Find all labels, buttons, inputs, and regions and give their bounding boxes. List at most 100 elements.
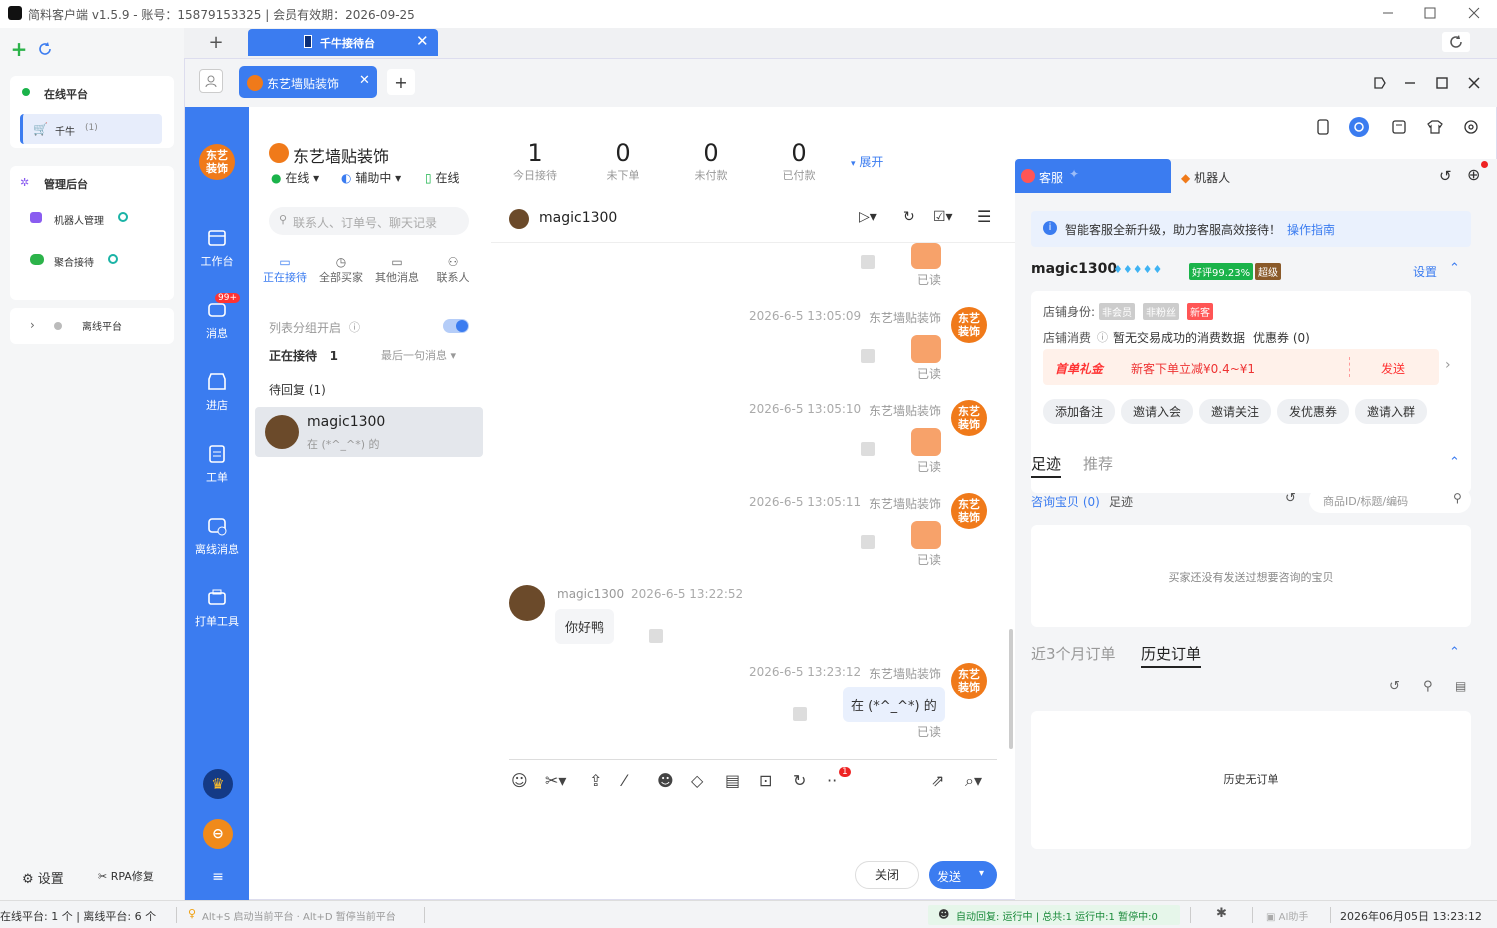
nav-print[interactable]: 打单工具 bbox=[185, 587, 249, 629]
collapse-icon[interactable]: ⌃ bbox=[1449, 455, 1460, 470]
collapse-icon[interactable]: ⌃ bbox=[1449, 645, 1460, 660]
auto-reply-status[interactable]: ☻ 自动回复: 运行中 | 总共:1 运行中:1 暂停中:0 bbox=[928, 905, 1180, 925]
refresh-icon[interactable] bbox=[36, 40, 54, 58]
add-circle-icon[interactable]: ⊕ bbox=[1467, 165, 1480, 184]
more-icon[interactable] bbox=[793, 707, 807, 721]
settings-link[interactable]: 设置 bbox=[1413, 263, 1437, 280]
robot-icon[interactable]: ☻ bbox=[657, 771, 674, 790]
tab-history-orders[interactable]: 历史订单 bbox=[1141, 643, 1202, 668]
invite-group-button[interactable]: 邀请入群 bbox=[1355, 399, 1428, 424]
rpa-fix-button[interactable]: ✂ RPA修复 bbox=[98, 868, 154, 884]
sidebar-item-qianniu[interactable]: 🛒 千牛 (1) bbox=[20, 114, 162, 144]
offline-platform-card[interactable]: › 离线平台 bbox=[10, 308, 174, 344]
task-icon[interactable]: ☑▾ bbox=[933, 209, 953, 225]
invite-follow-button[interactable]: 邀请关注 bbox=[1199, 399, 1272, 424]
history-icon[interactable]: ↻ bbox=[903, 209, 915, 225]
add-note-button[interactable]: 添加备注 bbox=[1043, 399, 1116, 424]
tab-consult[interactable]: 咨询宝贝 (0) bbox=[1031, 493, 1100, 510]
invite-member-button[interactable]: 邀请入会 bbox=[1121, 399, 1194, 424]
chevron-right-icon[interactable]: › bbox=[1445, 357, 1451, 373]
service-icon[interactable] bbox=[1349, 117, 1369, 137]
form-icon[interactable]: ▤ bbox=[725, 771, 740, 790]
tab-footprint[interactable]: 足迹 bbox=[1031, 453, 1062, 478]
close-tab-icon[interactable]: ✕ bbox=[359, 73, 370, 88]
reload-icon[interactable] bbox=[1442, 32, 1470, 52]
close-tab-icon[interactable]: ✕ bbox=[416, 32, 429, 50]
refresh-icon[interactable]: ↺ bbox=[1285, 491, 1296, 506]
refresh-icon[interactable]: ↻ bbox=[793, 771, 806, 790]
tab-shop[interactable]: 东艺墙贴装饰 ✕ bbox=[239, 66, 377, 98]
new-tab-icon[interactable]: + bbox=[206, 32, 226, 53]
shirt-icon[interactable] bbox=[1425, 117, 1445, 137]
list-item[interactable]: magic1300 在 (*^_^*) 的 bbox=[255, 407, 483, 457]
guide-link[interactable]: 操作指南 bbox=[1287, 221, 1335, 238]
tab-contacts[interactable]: ⚇ 联系人 bbox=[429, 255, 477, 285]
more-icon[interactable] bbox=[649, 629, 663, 643]
refresh-icon[interactable]: ↺ bbox=[1439, 167, 1452, 185]
sort-dropdown[interactable]: 最后一句消息 ▾ bbox=[381, 347, 456, 363]
more-icon[interactable]: ·· bbox=[827, 771, 837, 790]
reply-icon[interactable]: ⌕▾ bbox=[965, 771, 982, 791]
chevron-right-icon[interactable]: › bbox=[30, 318, 35, 332]
refresh-icon[interactable]: ↺ bbox=[1389, 679, 1400, 694]
tab-footprint-sub[interactable]: 足迹 bbox=[1109, 493, 1133, 510]
share-icon[interactable]: ⇗ bbox=[931, 771, 944, 790]
link-icon[interactable]: ⊖ bbox=[203, 819, 233, 849]
nav-workbench[interactable]: 工作台 bbox=[185, 227, 249, 269]
more-icon[interactable] bbox=[861, 535, 875, 549]
menu-icon[interactable]: ≡ bbox=[207, 869, 229, 885]
cart-icon[interactable]: ⊡ bbox=[759, 771, 772, 790]
collapse-icon[interactable]: ⌃ bbox=[1449, 261, 1460, 276]
more-icon[interactable] bbox=[861, 442, 875, 456]
bug-icon[interactable]: ✱ bbox=[1216, 906, 1227, 921]
close-button[interactable]: 关闭 bbox=[855, 861, 919, 889]
ai-assistant[interactable]: ▣ AI助手 bbox=[1266, 908, 1308, 923]
more-icon[interactable] bbox=[861, 349, 875, 363]
goods-search-input[interactable]: 商品ID/标题/编码 ⚲ bbox=[1309, 487, 1471, 513]
tab-orders-3m[interactable]: 近3个月订单 bbox=[1031, 643, 1116, 664]
upload-icon[interactable]: ⇪ bbox=[589, 771, 602, 790]
close-icon[interactable] bbox=[1464, 4, 1484, 22]
tab-service[interactable]: 客服 ✦ bbox=[1015, 159, 1171, 193]
nav-ticket[interactable]: 工单 bbox=[185, 443, 249, 485]
tab-robot[interactable]: ◆ 机器人 bbox=[1181, 169, 1230, 186]
diamond-icon[interactable]: ◇ bbox=[691, 771, 703, 790]
mobile-icon[interactable] bbox=[1313, 117, 1333, 137]
menu-icon[interactable]: ☰ bbox=[977, 207, 991, 226]
maximize-icon[interactable] bbox=[1420, 4, 1440, 22]
search-input[interactable]: ⚲ 联系人、订单号、聊天记录 bbox=[269, 207, 469, 235]
scrollbar[interactable] bbox=[1009, 629, 1013, 749]
gear-icon[interactable] bbox=[1461, 117, 1481, 137]
tab-all-buyers[interactable]: ◷ 全部买家 bbox=[317, 255, 365, 285]
close-icon[interactable] bbox=[1463, 73, 1485, 93]
list-icon[interactable]: ▤ bbox=[1455, 679, 1466, 693]
sidebar-item-aggregate[interactable]: 聚合接待 bbox=[30, 250, 160, 274]
send-button[interactable]: 发送 ▾ bbox=[929, 861, 997, 889]
pin-icon[interactable] bbox=[1369, 73, 1391, 93]
emoji-icon[interactable]: ☺ bbox=[511, 771, 528, 790]
add-tab-icon[interactable]: + bbox=[387, 69, 415, 95]
tab-qianniu[interactable]: 千牛接待台 ✕ bbox=[248, 29, 438, 56]
minimize-icon[interactable] bbox=[1399, 73, 1421, 93]
maximize-icon[interactable] bbox=[1431, 73, 1453, 93]
edit-icon[interactable] bbox=[1389, 117, 1409, 137]
gift-send-button[interactable]: 发送 bbox=[1381, 360, 1405, 377]
scissors-icon[interactable]: ✂▾ bbox=[545, 771, 566, 790]
magic-icon[interactable]: ⁄ bbox=[623, 771, 626, 790]
tab-other-messages[interactable]: ▭ 其他消息 bbox=[373, 255, 421, 285]
assist-status[interactable]: ◐ 辅助中 ▾ bbox=[341, 169, 401, 186]
user-icon[interactable] bbox=[199, 69, 223, 93]
group-toggle-switch[interactable] bbox=[443, 319, 469, 333]
minimize-icon[interactable] bbox=[1378, 4, 1398, 22]
nav-offline-msg[interactable]: 离线消息 bbox=[185, 515, 249, 557]
video-icon[interactable]: ▷▾ bbox=[859, 209, 877, 225]
search-icon[interactable]: ⚲ bbox=[1423, 679, 1433, 694]
search-icon[interactable]: ⚲ bbox=[1453, 491, 1462, 505]
sidebar-item-robot[interactable]: 机器人管理 bbox=[30, 208, 160, 232]
tab-recommend[interactable]: 推荐 bbox=[1083, 453, 1113, 474]
online-status[interactable]: ● 在线 ▾ bbox=[271, 169, 319, 186]
tab-receiving[interactable]: ▭ 正在接待 bbox=[261, 255, 309, 285]
nav-visit[interactable]: 进店 bbox=[185, 371, 249, 413]
send-coupon-button[interactable]: 发优惠券 bbox=[1277, 399, 1350, 424]
more-icon[interactable] bbox=[861, 255, 875, 269]
